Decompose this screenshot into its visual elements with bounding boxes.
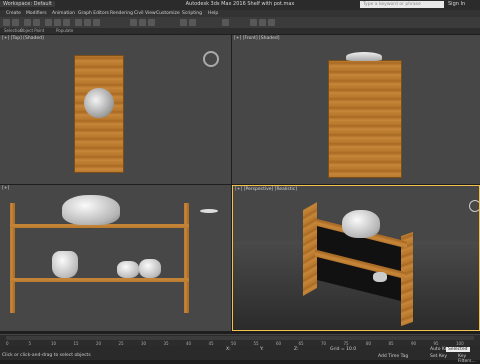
angle-snap-icon[interactable] bbox=[139, 19, 146, 26]
viewcube-icon[interactable] bbox=[203, 51, 219, 67]
menu-animation[interactable]: Animation bbox=[52, 10, 75, 17]
menu-customize[interactable]: Customize bbox=[156, 10, 180, 17]
render-icon[interactable] bbox=[268, 19, 275, 26]
cup-persp[interactable] bbox=[373, 272, 387, 282]
search-input[interactable]: Type a keyword or phrase bbox=[360, 1, 444, 8]
pot-persp[interactable] bbox=[342, 210, 380, 238]
unlink-icon[interactable] bbox=[33, 19, 40, 26]
snap-icon[interactable] bbox=[130, 19, 137, 26]
cup-small-1[interactable] bbox=[117, 261, 139, 278]
percent-snap-icon[interactable] bbox=[148, 19, 155, 26]
saucer[interactable] bbox=[200, 209, 218, 213]
z-coord-label: Z: bbox=[294, 347, 299, 352]
viewport-left-label[interactable]: [+] bbox=[2, 186, 9, 191]
viewport-perspective[interactable]: [+] [Perspective] [Realistic] bbox=[232, 185, 480, 331]
scale-icon[interactable] bbox=[93, 19, 100, 26]
redo-icon[interactable] bbox=[12, 19, 19, 26]
menu-create[interactable]: Create bbox=[6, 10, 21, 17]
link-icon[interactable] bbox=[24, 19, 31, 26]
grid-readout: Grid = 10.0 bbox=[330, 347, 357, 352]
align-icon[interactable] bbox=[189, 19, 196, 26]
menu-rendering[interactable]: Rendering bbox=[110, 10, 133, 17]
set-key-button[interactable]: Set Key bbox=[430, 354, 447, 359]
pot[interactable] bbox=[62, 195, 120, 225]
key-mode-select[interactable]: Selected bbox=[446, 347, 470, 352]
status-bar: Click or click-and-drag to select object… bbox=[0, 346, 480, 364]
move-icon[interactable] bbox=[75, 19, 82, 26]
x-coord-label: X: bbox=[226, 347, 231, 352]
material-editor-icon[interactable] bbox=[250, 19, 257, 26]
sign-in-link[interactable]: Sign In bbox=[448, 1, 465, 7]
title-bar: Workspace: Default Autodesk 3ds Max 2016… bbox=[0, 0, 480, 10]
rotate-icon[interactable] bbox=[84, 19, 91, 26]
key-filters-button[interactable]: Key Filters... bbox=[458, 354, 480, 364]
menu-help[interactable]: Help bbox=[208, 10, 218, 17]
ribbon-tab-object-paint[interactable]: Object Paint bbox=[20, 28, 44, 34]
shelf-front-view[interactable] bbox=[328, 60, 402, 178]
ribbon-tab-populate[interactable]: Populate bbox=[56, 28, 73, 34]
select-icon[interactable] bbox=[45, 19, 52, 26]
mirror-icon[interactable] bbox=[180, 19, 187, 26]
rect-select-icon[interactable] bbox=[63, 19, 70, 26]
viewport-front-label[interactable]: [+] [Front] [Shaded] bbox=[234, 36, 280, 41]
cup-small-2[interactable] bbox=[139, 259, 161, 278]
ribbon-tabs: Selection Object Paint Populate bbox=[0, 28, 480, 34]
pot-top-view[interactable] bbox=[84, 88, 114, 118]
menu-modifiers[interactable]: Modifiers bbox=[26, 10, 47, 17]
viewport-top-label[interactable]: [+] [Top] [Shaded] bbox=[2, 36, 44, 41]
viewport-top[interactable]: [+] [Top] [Shaded] bbox=[0, 35, 231, 184]
mug-large[interactable] bbox=[52, 251, 78, 278]
add-time-tag-button[interactable]: Add Time Tag bbox=[378, 354, 408, 359]
time-slider[interactable] bbox=[6, 336, 474, 340]
viewcube-icon-persp[interactable] bbox=[469, 200, 479, 212]
menu-bar: Create Modifiers Animation Graph Editors… bbox=[0, 10, 480, 17]
shelf-board-lower[interactable] bbox=[10, 278, 189, 282]
menu-scripting[interactable]: Scripting bbox=[182, 10, 202, 17]
viewport-left[interactable]: [+] bbox=[0, 185, 231, 331]
y-coord-label: Y: bbox=[260, 347, 264, 352]
menu-civil-view[interactable]: Civil View bbox=[134, 10, 156, 17]
layer-icon[interactable] bbox=[222, 19, 229, 26]
pot-front-view[interactable] bbox=[346, 52, 382, 61]
render-setup-icon[interactable] bbox=[259, 19, 266, 26]
shelf-post-right[interactable] bbox=[184, 203, 189, 313]
status-prompt: Click or click-and-drag to select object… bbox=[2, 353, 91, 358]
undo-icon[interactable] bbox=[3, 19, 10, 26]
select-by-name-icon[interactable] bbox=[54, 19, 61, 26]
viewport-front[interactable]: [+] [Front] [Shaded] bbox=[232, 35, 480, 184]
viewport-perspective-label[interactable]: [+] [Perspective] [Realistic] bbox=[235, 187, 297, 192]
shelf-post-left[interactable] bbox=[10, 203, 15, 313]
menu-graph-editors[interactable]: Graph Editors bbox=[78, 10, 109, 17]
